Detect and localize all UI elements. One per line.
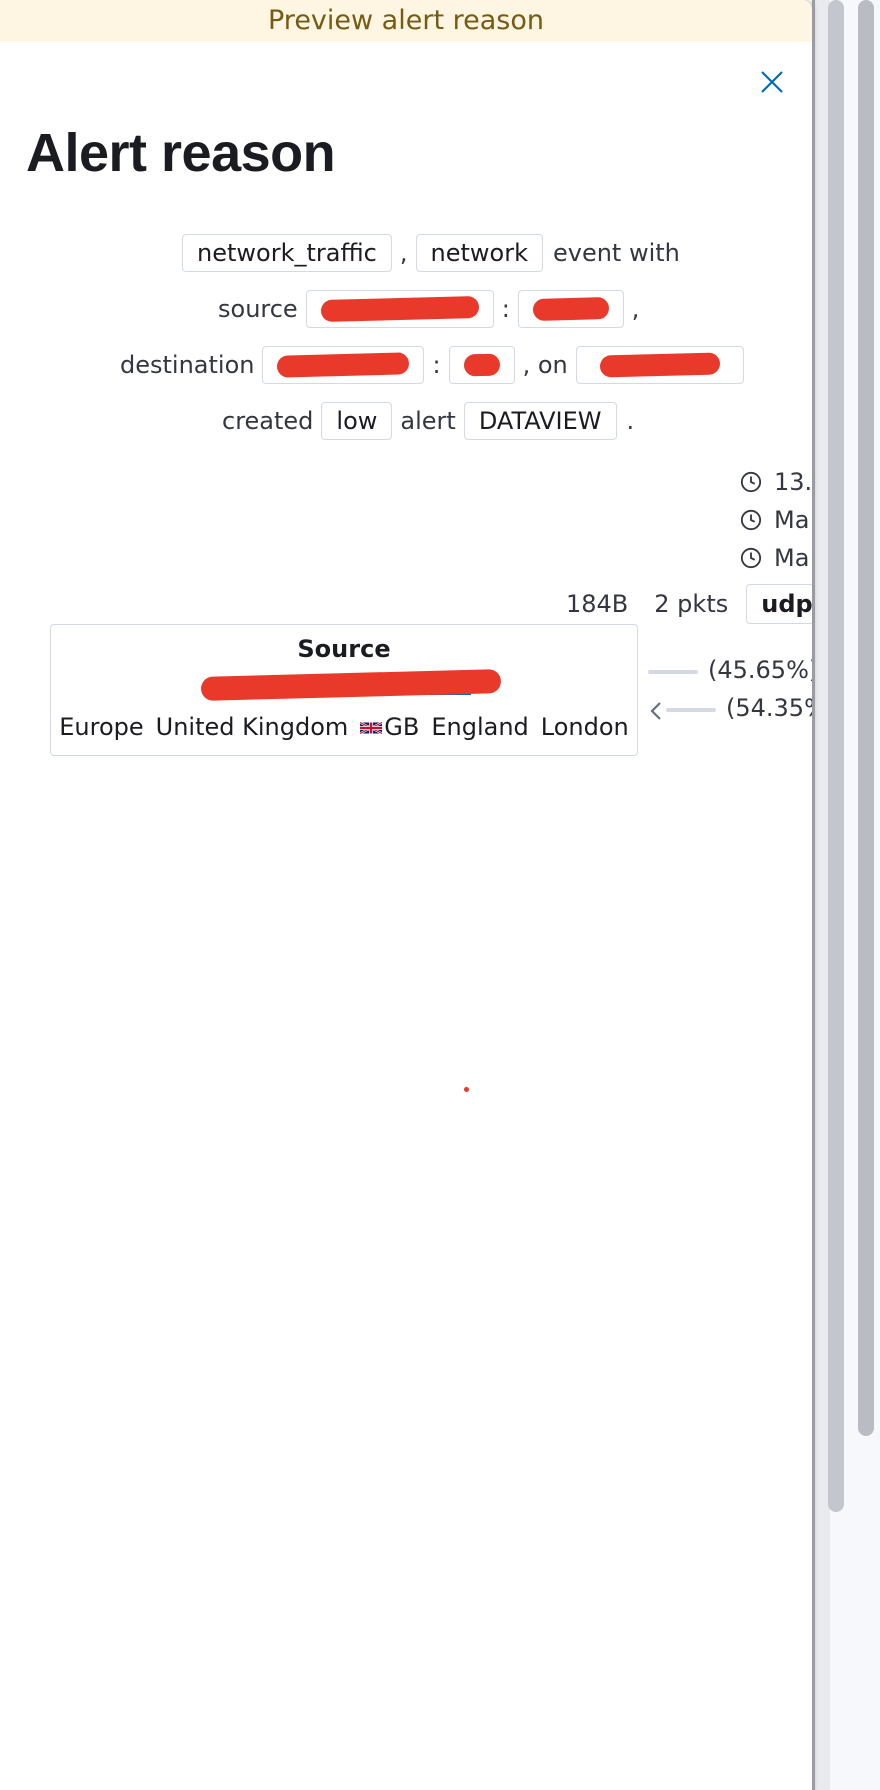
outbound-flow-line xyxy=(648,670,698,674)
preview-banner: Preview alert reason xyxy=(0,0,812,42)
close-icon xyxy=(761,71,783,93)
timestamp-row: 13.8 xyxy=(740,468,812,496)
destination-colon: : xyxy=(432,351,441,379)
inbound-percent: (54.35% xyxy=(726,694,812,722)
screen: Preview alert reason Alert reason networ… xyxy=(0,0,880,1790)
redacted-source-ip xyxy=(200,669,502,701)
outbound-percent: (45.65%) xyxy=(708,656,812,684)
page-title: Alert reason xyxy=(26,123,336,183)
start-time-value: Ma xyxy=(774,506,810,534)
duration-value: 13.8 xyxy=(774,468,812,496)
clock-icon xyxy=(740,471,762,493)
reason-row-created: created low alert DATAVIEW . xyxy=(222,401,634,441)
timestamp-row: Ma xyxy=(740,506,809,534)
source-ip-pill[interactable] xyxy=(305,290,494,328)
clock-icon xyxy=(740,509,762,531)
destination-ip-pill[interactable] xyxy=(262,346,425,384)
window-scrollbar-thumb[interactable] xyxy=(858,0,874,1436)
close-button[interactable] xyxy=(756,66,788,98)
inner-scrollbar-thumb[interactable] xyxy=(828,0,844,1512)
source-panel: Source Europe United Kingdom GB England … xyxy=(50,624,638,756)
redacted-destination-ip xyxy=(277,352,410,378)
geo-continent[interactable]: Europe xyxy=(59,713,143,741)
geo-region[interactable]: England xyxy=(431,713,528,741)
geo-country[interactable]: United Kingdom xyxy=(156,713,349,741)
stray-dot xyxy=(464,1087,469,1092)
period-text: . xyxy=(626,407,635,435)
clock-icon xyxy=(740,547,762,569)
rule-name-pill[interactable]: DATAVIEW xyxy=(463,402,617,440)
timestamp-row: Ma xyxy=(740,544,809,572)
reason-row-event: network_traffic , network event with xyxy=(182,233,680,273)
flyout-edge-shadow xyxy=(812,0,815,1790)
packets-value: 2 pkts xyxy=(654,590,729,618)
end-time-value: Ma xyxy=(774,544,810,572)
separator-comma: , xyxy=(399,239,408,267)
inbound-flow-line xyxy=(666,708,716,712)
alert-preview-flyout: Preview alert reason Alert reason networ… xyxy=(0,0,812,1790)
source-title: Source xyxy=(297,635,391,663)
bytes-value: 184B xyxy=(566,590,629,618)
source-comma: , xyxy=(631,295,640,323)
source-ip-link[interactable] xyxy=(200,669,502,701)
source-colon: : xyxy=(501,295,510,323)
network-stats-row: 184B 2 pkts udp xyxy=(566,584,812,624)
reason-row-source: source : , xyxy=(218,289,639,329)
source-port-pill[interactable] xyxy=(517,290,624,328)
chevron-left-icon xyxy=(650,702,661,720)
destination-port-pill[interactable] xyxy=(448,346,515,384)
redacted-source-port xyxy=(532,297,610,321)
geo-country-code[interactable]: GB xyxy=(360,713,419,741)
event-dataset-pill[interactable]: network_traffic xyxy=(182,234,392,272)
event-category-pill[interactable]: network xyxy=(415,234,543,272)
country-code-text: GB xyxy=(384,713,420,741)
host-name-pill[interactable] xyxy=(575,346,744,384)
created-label: created xyxy=(222,407,314,435)
source-geo-row: Europe United Kingdom GB England London xyxy=(51,713,637,741)
destination-label: destination xyxy=(120,351,255,379)
redacted-destination-port xyxy=(463,353,500,377)
event-with-text: event with xyxy=(552,239,680,267)
source-label: source xyxy=(218,295,298,323)
redacted-host-name xyxy=(599,352,721,378)
reason-row-destination: destination : , on xyxy=(120,345,744,385)
protocol-pill[interactable]: udp xyxy=(746,584,812,624)
alert-text: alert xyxy=(400,407,456,435)
geo-city[interactable]: London xyxy=(541,713,629,741)
redacted-source-ip xyxy=(320,295,479,323)
uk-flag-icon xyxy=(360,721,383,735)
severity-pill[interactable]: low xyxy=(321,402,393,440)
on-text: , on xyxy=(522,351,568,379)
